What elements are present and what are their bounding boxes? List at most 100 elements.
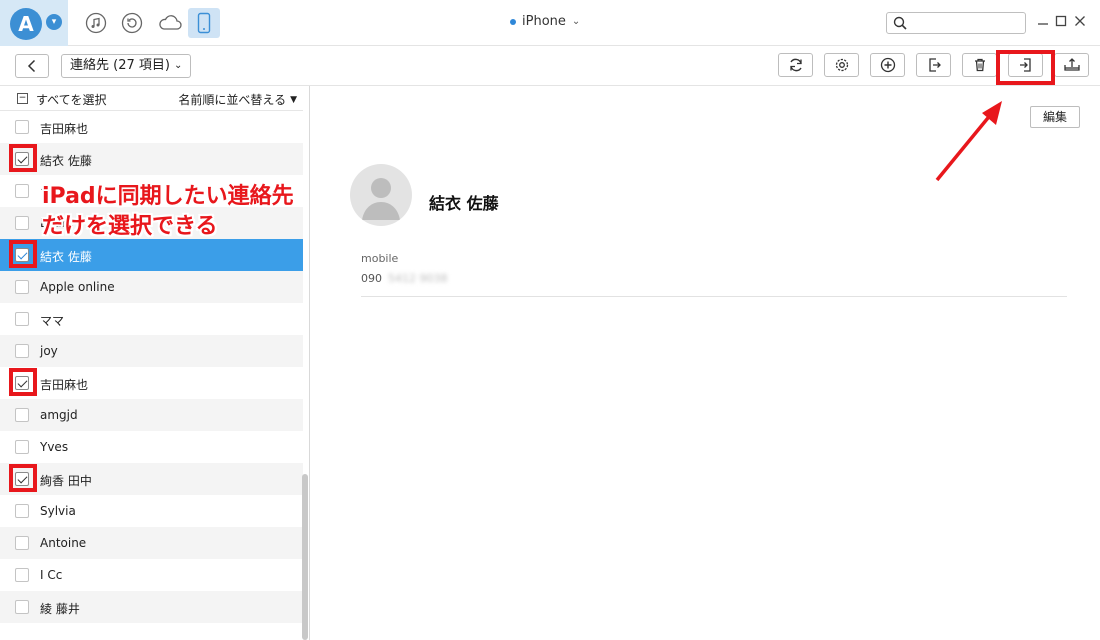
callout-line-2: だけを選択できる	[42, 214, 218, 239]
contact-checkbox[interactable]	[15, 408, 29, 422]
search-field[interactable]	[886, 12, 1026, 34]
contact-checkbox[interactable]	[15, 248, 29, 262]
contact-checkbox[interactable]	[15, 312, 29, 326]
chevron-down-icon: ⌄	[173, 60, 183, 71]
refresh-button[interactable]	[778, 53, 813, 77]
contact-checkbox[interactable]	[15, 440, 29, 454]
search-input[interactable]	[913, 15, 1021, 31]
person-icon	[362, 178, 400, 220]
contact-name: 結衣 佐藤	[40, 154, 92, 168]
send-to-device-button[interactable]	[1008, 53, 1043, 77]
select-all-checkbox[interactable]: −	[17, 93, 28, 104]
send-to-device-icon	[1019, 58, 1031, 72]
avatar	[350, 164, 412, 226]
contact-checkbox[interactable]	[15, 216, 29, 230]
contact-checkbox[interactable]	[15, 152, 29, 166]
export-to-computer-button[interactable]	[916, 53, 951, 77]
contact-checkbox[interactable]	[15, 120, 29, 134]
contact-name: Apple online	[40, 280, 115, 294]
contact-row[interactable]: 絢香 田中	[0, 463, 303, 495]
contact-name: 吉田麻也	[40, 122, 89, 136]
plus-circle-icon	[880, 57, 895, 73]
contact-name: joy	[40, 344, 58, 358]
edit-button[interactable]: 編集	[1030, 106, 1080, 128]
contact-checkbox[interactable]	[15, 344, 29, 358]
contact-row[interactable]: Antoine	[0, 527, 303, 559]
app-logo-icon[interactable]: A	[10, 8, 42, 40]
chevron-down-icon: ⌄	[571, 16, 581, 27]
music-icon[interactable]	[84, 11, 108, 35]
annotation-callout: iPadに同期したい連絡先 だけを選択できる	[42, 182, 294, 242]
contact-row[interactable]: 結衣 佐藤	[0, 143, 303, 175]
contact-checkbox[interactable]	[15, 504, 29, 518]
trash-icon	[974, 58, 985, 72]
contact-checkbox[interactable]	[15, 376, 29, 390]
import-button[interactable]	[1054, 53, 1089, 77]
sort-dropdown[interactable]: 名前順に並べ替える ▼	[178, 91, 297, 108]
phone-label: mobile	[361, 252, 399, 265]
minimize-icon[interactable]	[1035, 13, 1051, 29]
contact-name: ママ	[40, 314, 65, 328]
contact-name: Sylvia	[40, 504, 76, 518]
contact-checkbox[interactable]	[15, 184, 29, 198]
contact-name: amgjd	[40, 408, 78, 422]
contact-name: 結衣 佐藤	[429, 194, 499, 213]
contact-list-pane: − すべてを選択 名前順に並べ替える ▼ 吉田麻也 結衣 佐藤 ママ Laura 結衣 …	[0, 86, 310, 640]
toolbar: 連絡先 (27 項目) ⌄	[0, 46, 1100, 86]
contact-row[interactable]: 結衣 佐藤	[0, 239, 303, 271]
back-button[interactable]	[15, 54, 49, 78]
close-icon[interactable]	[1072, 13, 1088, 29]
contact-name: 綾 藤井	[40, 602, 80, 616]
contact-row[interactable]: 吉田麻也	[0, 111, 303, 143]
phone-prefix: 090	[361, 272, 382, 285]
contact-checkbox[interactable]	[15, 600, 29, 614]
maximize-icon[interactable]	[1053, 13, 1069, 29]
contact-row[interactable]: 綾 藤井	[0, 591, 303, 623]
phone-number-blurred: 5412 9038	[388, 272, 448, 285]
backup-icon[interactable]	[120, 11, 144, 35]
select-all-label[interactable]: すべてを選択	[36, 91, 106, 108]
device-selector[interactable]: iPhone ⌄	[510, 14, 580, 29]
contact-row[interactable]: amgjd	[0, 399, 303, 431]
category-label: 連絡先 (27 項目)	[70, 58, 170, 73]
callout-line-1: iPadに同期したい連絡先	[42, 184, 294, 209]
search-icon	[893, 16, 907, 30]
cloud-icon[interactable]	[156, 11, 184, 35]
chevron-left-icon	[27, 59, 36, 73]
scrollbar[interactable]	[302, 474, 308, 640]
contact-name: Antoine	[40, 536, 87, 550]
contact-name: Yves	[40, 440, 69, 454]
contact-checkbox[interactable]	[15, 568, 29, 582]
device-icon[interactable]	[188, 8, 220, 38]
category-dropdown[interactable]: 連絡先 (27 項目) ⌄	[61, 54, 192, 78]
contact-checkbox[interactable]	[15, 280, 29, 294]
contact-row[interactable]: Sylvia	[0, 495, 303, 527]
tray-upload-icon	[1063, 58, 1080, 71]
gear-icon	[835, 58, 848, 72]
contact-row[interactable]: Yves	[0, 431, 303, 463]
app-logo-area[interactable]: A ▾	[0, 0, 68, 46]
contact-name: 吉田麻也	[40, 378, 89, 392]
contact-checkbox[interactable]	[15, 472, 29, 486]
chevron-down-icon[interactable]: ▾	[46, 14, 62, 30]
list-header: − すべてを選択 名前順に並べ替える ▼	[0, 86, 303, 111]
device-name: iPhone	[522, 14, 566, 29]
contact-name: 結衣 佐藤	[40, 250, 92, 264]
settings-button[interactable]	[824, 53, 859, 77]
contact-row[interactable]: Apple online	[0, 271, 303, 303]
contact-name: 絢香 田中	[40, 474, 92, 488]
refresh-icon	[789, 58, 802, 72]
export-icon	[928, 58, 941, 72]
annotation-arrow-icon	[935, 101, 1002, 182]
phone-value[interactable]: 090 5412 9038	[361, 272, 448, 285]
caret-down-icon: ▼	[290, 94, 297, 105]
add-button[interactable]	[870, 53, 905, 77]
delete-button[interactable]	[962, 53, 997, 77]
contact-row[interactable]: ママ	[0, 303, 303, 335]
contact-checkbox[interactable]	[15, 536, 29, 550]
contact-row[interactable]: joy	[0, 335, 303, 367]
divider	[361, 296, 1067, 297]
contact-row[interactable]: I Cc	[0, 559, 303, 591]
contact-row[interactable]: 吉田麻也	[0, 367, 303, 399]
device-status-dot	[510, 18, 516, 25]
